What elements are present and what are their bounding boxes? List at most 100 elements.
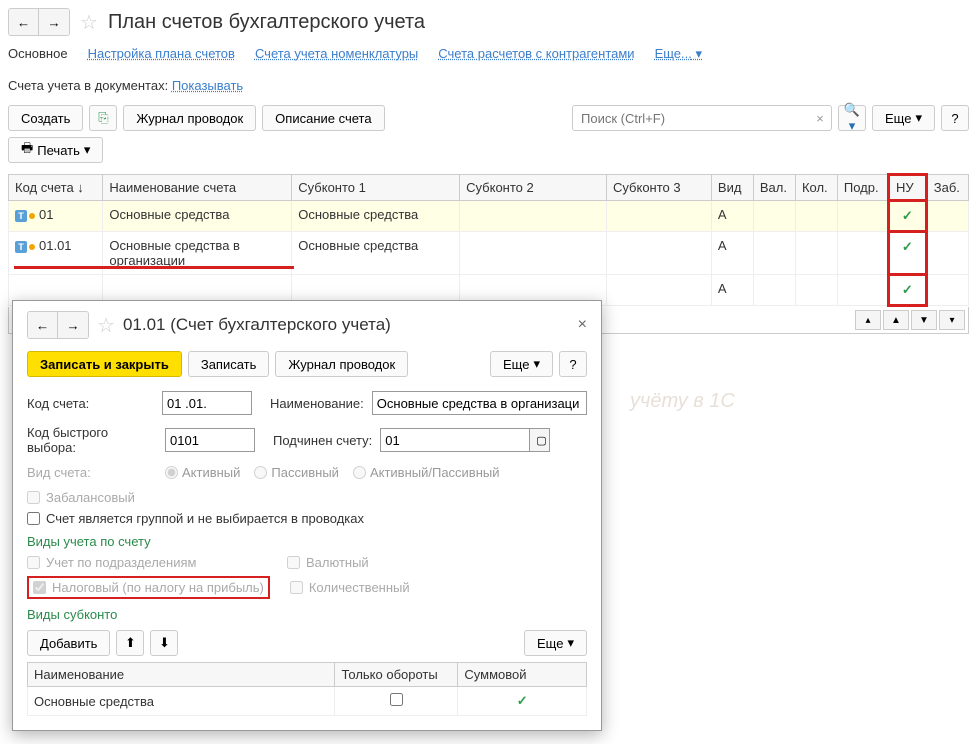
dialog-title: 01.01 (Счет бухгалтерского учета) xyxy=(123,315,391,335)
scroll-down-button[interactable]: ▼ xyxy=(911,310,937,330)
name-input[interactable] xyxy=(372,391,587,415)
tab-more[interactable]: Еще... ▾ xyxy=(655,46,702,62)
code-label: Код счета: xyxy=(27,396,154,411)
search-input[interactable] xyxy=(573,111,809,126)
search-clear-icon[interactable]: × xyxy=(809,111,831,126)
nav-buttons: ← → xyxy=(8,8,70,36)
podr-checkbox xyxy=(27,556,40,569)
qty-checkbox xyxy=(290,581,303,594)
find-button[interactable]: 🔍 ▾ xyxy=(838,105,866,131)
parent-label: Подчинен счету: xyxy=(273,433,372,448)
dlg-forward-button[interactable]: → xyxy=(58,312,88,338)
col-nu[interactable]: НУ xyxy=(889,175,927,201)
code-input[interactable] xyxy=(162,391,252,415)
radio-activepassive[interactable]: Активный/Пассивный xyxy=(353,465,500,480)
dlg-more-button[interactable]: Еще ▾ xyxy=(490,351,553,377)
tab-nomenclature[interactable]: Счета учета номенклатуры xyxy=(255,46,418,62)
dlg-help-button[interactable]: ? xyxy=(559,351,587,377)
favorite-star-icon[interactable]: ☆ xyxy=(97,313,115,338)
journal-button[interactable]: Журнал проводок xyxy=(123,105,256,131)
dlg-journal-button[interactable]: Журнал проводок xyxy=(275,351,408,377)
col-name[interactable]: Наименование счета xyxy=(103,175,292,201)
dlg-nav-buttons: ← → xyxy=(27,311,89,339)
subconto-row[interactable]: Основные средства ✓ xyxy=(28,687,587,716)
page-title: План счетов бухгалтерского учета xyxy=(108,11,425,34)
tax-label: Налоговый (по налогу на прибыль) xyxy=(52,580,264,595)
status-dot-icon xyxy=(29,213,35,219)
subcol-turnover[interactable]: Только обороты xyxy=(335,663,458,687)
save-button[interactable]: Записать xyxy=(188,351,270,377)
col-sub2[interactable]: Субконто 2 xyxy=(460,175,607,201)
tax-highlight: Налоговый (по налогу на прибыль) xyxy=(27,576,270,599)
move-up-button[interactable]: ⬆ xyxy=(116,630,144,656)
offbalance-label: Забалансовый xyxy=(46,490,135,505)
filter-row: Счета учета в документах: Показывать xyxy=(8,78,969,93)
filter-label: Счета учета в документах: xyxy=(8,78,168,93)
search-box: × xyxy=(572,105,832,131)
sum-check-icon: ✓ xyxy=(458,687,587,716)
parent-open-button[interactable]: ▢ xyxy=(530,428,550,452)
col-zab[interactable]: Заб. xyxy=(926,175,968,201)
more-button[interactable]: Еще ▾ xyxy=(872,105,935,131)
tab-setup[interactable]: Настройка плана счетов xyxy=(88,46,235,62)
val-label: Валютный xyxy=(306,555,369,570)
nu-check-icon: ✓ xyxy=(889,275,927,306)
group-label: Счет является группой и не выбирается в … xyxy=(46,511,364,526)
type-label: Вид счета: xyxy=(27,465,157,480)
col-val[interactable]: Вал. xyxy=(753,175,795,201)
turnover-checkbox[interactable] xyxy=(390,693,403,706)
nu-check-icon: ✓ xyxy=(889,201,927,232)
status-dot-icon xyxy=(29,244,35,250)
radio-active[interactable]: Активный xyxy=(165,465,240,480)
scroll-bottom-button[interactable]: ▾ xyxy=(939,310,965,330)
col-vid[interactable]: Вид xyxy=(711,175,753,201)
back-button[interactable]: ← xyxy=(9,9,39,35)
scroll-top-button[interactable]: ▴ xyxy=(855,310,881,330)
grid-row[interactable]: T01 Основные средства Основные средства … xyxy=(9,201,969,232)
col-sub1[interactable]: Субконто 1 xyxy=(292,175,460,201)
offbalance-checkbox xyxy=(27,491,40,504)
dlg-back-button[interactable]: ← xyxy=(28,312,58,338)
accounts-grid: Код счета ↓ Наименование счета Субконто … xyxy=(8,173,969,307)
t-icon: T xyxy=(15,210,27,222)
col-kol[interactable]: Кол. xyxy=(795,175,837,201)
filter-link[interactable]: Показывать xyxy=(172,78,243,93)
main-toolbar: Создать ⎘ Журнал проводок Описание счета… xyxy=(8,105,969,131)
print-button[interactable]: 🖶 Печать ▾ xyxy=(8,137,103,163)
favorite-star-icon[interactable]: ☆ xyxy=(80,10,98,35)
main-tabs: Основное Настройка плана счетов Счета уч… xyxy=(8,46,969,62)
quick-label: Код быстрого выбора: xyxy=(27,425,157,455)
podr-label: Учет по подразделениям xyxy=(46,555,196,570)
describe-button[interactable]: Описание счета xyxy=(262,105,384,131)
quick-input[interactable] xyxy=(165,428,255,452)
account-dialog: ← → ☆ 01.01 (Счет бухгалтерского учета) … xyxy=(12,300,602,731)
tab-contractors[interactable]: Счета расчетов с контрагентами xyxy=(438,46,634,62)
name-label: Наименование: xyxy=(270,396,364,411)
subconto-table: Наименование Только обороты Суммовой Осн… xyxy=(27,662,587,716)
create-button[interactable]: Создать xyxy=(8,105,83,131)
close-icon[interactable]: × xyxy=(578,316,587,334)
help-button[interactable]: ? xyxy=(941,105,969,131)
add-button[interactable]: Добавить xyxy=(27,630,110,656)
highlight-underline xyxy=(14,266,294,269)
radio-passive[interactable]: Пассивный xyxy=(254,465,339,480)
tab-main[interactable]: Основное xyxy=(8,46,68,62)
watermark: учёту в 1С xyxy=(630,390,735,413)
t-icon: T xyxy=(15,241,27,253)
forward-button[interactable]: → xyxy=(39,9,69,35)
group-checkbox[interactable] xyxy=(27,512,40,525)
col-code[interactable]: Код счета ↓ xyxy=(9,175,103,201)
col-sub3[interactable]: Субконто 3 xyxy=(607,175,712,201)
copy-button[interactable]: ⎘ xyxy=(89,105,117,131)
subcol-sum[interactable]: Суммовой xyxy=(458,663,587,687)
subcol-name[interactable]: Наименование xyxy=(28,663,335,687)
move-down-button[interactable]: ⬇ xyxy=(150,630,178,656)
sub-more-button[interactable]: Еще ▾ xyxy=(524,630,587,656)
scroll-up-button[interactable]: ▲ xyxy=(883,310,909,330)
col-podr[interactable]: Подр. xyxy=(837,175,888,201)
save-close-button[interactable]: Записать и закрыть xyxy=(27,351,182,377)
section-accounting-types: Виды учета по счету xyxy=(27,534,587,549)
qty-label: Количественный xyxy=(309,580,410,595)
val-checkbox xyxy=(287,556,300,569)
parent-input[interactable] xyxy=(380,428,530,452)
